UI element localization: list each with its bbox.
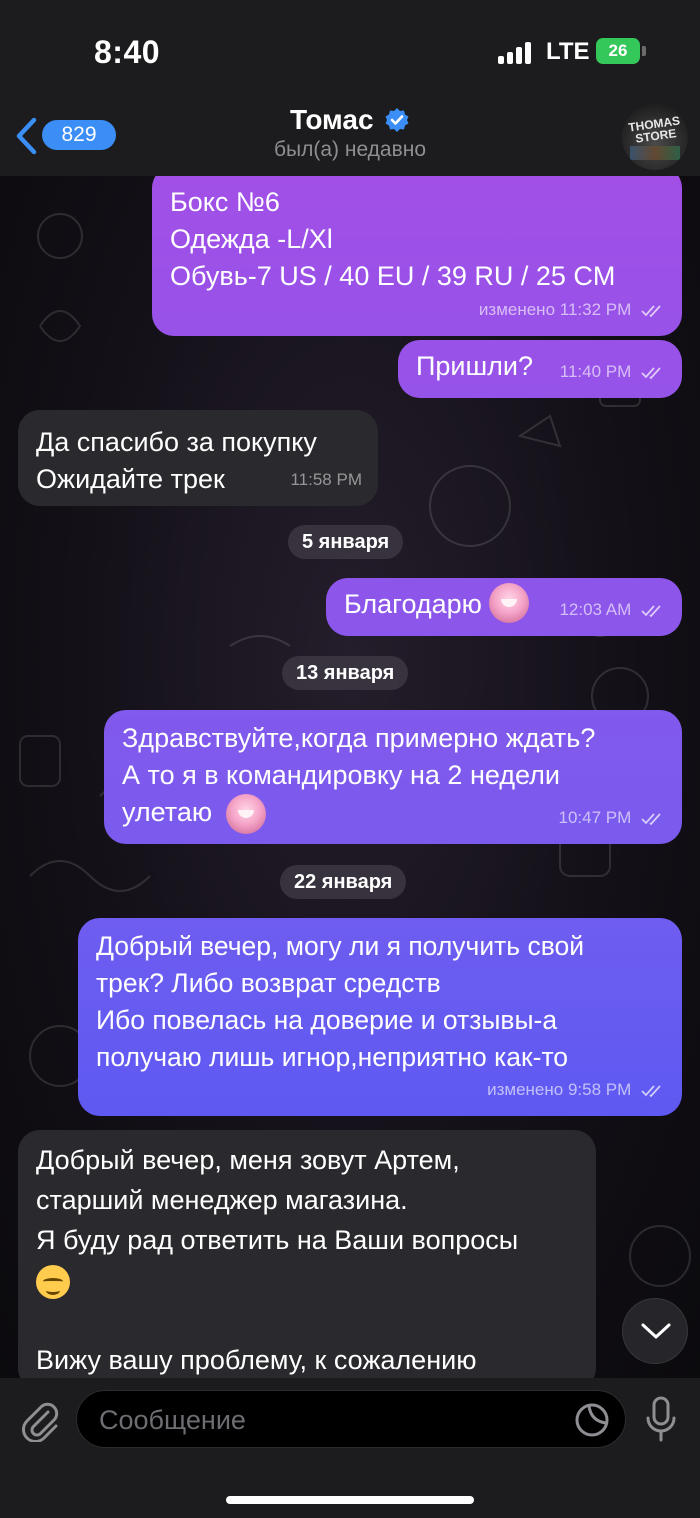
message-bubble-outgoing[interactable]: Добрый вечер, могу ли я получить свой тр… <box>78 918 682 1116</box>
message-time: изменено 11:32 PM <box>478 300 632 319</box>
message-meta: 12:03 AM <box>559 591 666 628</box>
microphone-icon <box>646 1396 676 1442</box>
message-text: Я буду рад ответить на Ваши вопросы <box>36 1225 519 1255</box>
message-text: Бокс №6 <box>170 187 280 217</box>
read-checkmarks-icon <box>641 604 661 617</box>
date-separator: 22 января <box>280 865 407 899</box>
message-time: 11:40 PM <box>559 362 632 381</box>
sticker-button[interactable] <box>573 1401 611 1439</box>
message-bubble-incoming[interactable]: Да спасибо за покупку Ожидайте трек 11:5… <box>18 410 378 506</box>
relieved-face-emoji <box>36 1264 70 1299</box>
message-time: 10:47 PM <box>558 808 632 827</box>
microphone-button[interactable] <box>644 1396 678 1444</box>
chat-area[interactable]: Бокс №6 Одежда -L/Xl Обувь-7 US / 40 EU … <box>0 176 700 1378</box>
message-text: Добрый вечер, меня зовут Артем, <box>36 1145 460 1175</box>
message-text: Вижу вашу проблему, к сожалению <box>36 1345 477 1375</box>
message-bubble-outgoing[interactable]: Благодарю 12:03 AM <box>326 578 682 636</box>
message-text: Добрый вечер, могу ли я получить свой <box>96 931 585 961</box>
message-time: 11:58 PM <box>290 470 362 489</box>
message-meta: изменено 9:58 PM <box>487 1071 666 1108</box>
avatar-logo-text: THOMAS STORE <box>627 113 681 146</box>
chat-title[interactable]: Томас был(а) недавно <box>150 104 550 162</box>
chat-header: 829 Томас был(а) недавно THOMAS STORE <box>0 100 700 176</box>
attach-button[interactable] <box>18 1398 62 1443</box>
home-indicator <box>226 1496 474 1504</box>
paperclip-icon <box>22 1402 59 1443</box>
message-text: А то я в командировку на 2 недели <box>122 760 560 790</box>
read-checkmarks-icon <box>641 812 661 825</box>
message-text: Здравствуйте,когда примерно ждать? <box>122 723 596 753</box>
message-text: Ибо повелась на доверие и отзывы-а <box>96 1005 558 1035</box>
avatar-image <box>630 146 680 160</box>
scroll-to-bottom-button[interactable] <box>622 1298 688 1364</box>
sticker-icon <box>575 1403 609 1437</box>
read-checkmarks-icon <box>641 1084 661 1097</box>
message-meta: 11:40 PM <box>560 353 666 390</box>
read-checkmarks-icon <box>641 304 661 317</box>
anime-sticker-emoji <box>489 582 530 623</box>
contact-status: был(а) недавно <box>273 138 427 161</box>
message-placeholder: Сообщение <box>99 1405 246 1435</box>
contact-name: Томас <box>289 104 374 135</box>
message-text: Благодарю <box>344 589 482 619</box>
date-separator: 5 января <box>288 525 404 559</box>
message-bubble-outgoing[interactable]: Пришли? 11:40 PM <box>398 340 682 398</box>
message-meta: 10:47 PM <box>559 799 667 836</box>
network-type: LTE <box>546 38 590 65</box>
message-input[interactable]: Сообщение <box>76 1390 626 1448</box>
chevron-down-icon <box>641 1323 671 1339</box>
message-bubble-incoming[interactable]: Добрый вечер, меня зовут Артем, старший … <box>18 1130 596 1378</box>
read-checkmarks-icon <box>641 366 661 379</box>
message-text: трек? Либо возврат средств <box>96 968 441 998</box>
message-text: улетаю <box>122 797 213 828</box>
battery-icon: 26 <box>596 38 640 64</box>
message-text <box>36 1300 578 1340</box>
message-meta: 11:58 PM <box>290 461 362 498</box>
message-text: старший менеджер магазина. <box>36 1185 408 1215</box>
message-text: Пришли? <box>416 351 534 381</box>
avatar[interactable]: THOMAS STORE <box>622 104 688 170</box>
message-time: 12:03 AM <box>559 600 632 619</box>
unread-count-badge: 829 <box>42 120 116 150</box>
message-text: Да спасибо за покупку <box>36 427 317 457</box>
message-text: Обувь-7 US / 40 EU / 39 RU / 25 CM <box>170 261 616 291</box>
message-text: Одежда -L/Xl <box>170 224 333 254</box>
message-meta: изменено 11:32 PM <box>479 291 666 328</box>
message-bubble-outgoing[interactable]: Здравствуйте,когда примерно ждать? А то … <box>104 710 682 844</box>
status-time: 8:40 <box>94 34 161 70</box>
message-composer: Сообщение <box>0 1378 700 1518</box>
message-time: изменено 9:58 PM <box>487 1080 632 1099</box>
message-bubble-outgoing[interactable]: Бокс №6 Одежда -L/Xl Обувь-7 US / 40 EU … <box>152 176 682 336</box>
chevron-left-icon <box>16 117 37 155</box>
back-button[interactable]: 829 <box>10 110 116 160</box>
date-separator: 13 января <box>282 656 409 690</box>
verified-icon <box>385 108 409 132</box>
anime-sticker-emoji <box>225 794 266 834</box>
signal-icon <box>498 42 534 64</box>
status-bar: 8:40 LTE 26 <box>0 0 700 100</box>
battery-tip <box>642 46 646 56</box>
battery-level: 26 <box>608 41 628 60</box>
